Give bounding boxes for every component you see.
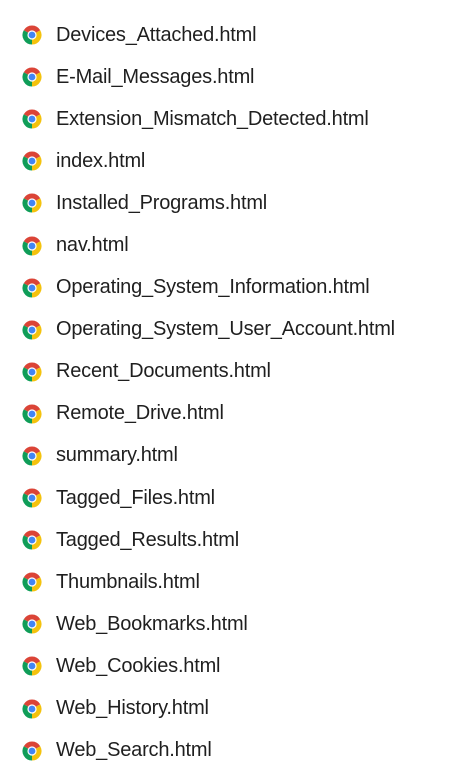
- file-name: Web_Search.html: [56, 739, 212, 762]
- chrome-icon: [22, 488, 42, 508]
- file-name: Web_Cookies.html: [56, 654, 221, 677]
- file-item[interactable]: Recent_Documents.html: [0, 351, 467, 393]
- chrome-icon: [22, 404, 42, 424]
- chrome-icon: [22, 278, 42, 298]
- chrome-icon: [22, 656, 42, 676]
- chrome-icon: [22, 699, 42, 719]
- chrome-icon: [22, 193, 42, 213]
- file-name: Devices_Attached.html: [56, 23, 257, 46]
- file-name: Recent_Documents.html: [56, 360, 271, 383]
- chrome-icon: [22, 67, 42, 87]
- chrome-icon: [22, 741, 42, 761]
- file-item[interactable]: Web_History.html: [0, 688, 467, 730]
- file-item[interactable]: Tagged_Files.html: [0, 477, 467, 519]
- file-item[interactable]: Web_Search.html: [0, 730, 467, 772]
- chrome-icon: [22, 151, 42, 171]
- chrome-icon: [22, 320, 42, 340]
- file-item[interactable]: Tagged_Results.html: [0, 519, 467, 561]
- file-name: Web_History.html: [56, 697, 209, 720]
- chrome-icon: [22, 109, 42, 129]
- file-name: Tagged_Results.html: [56, 528, 239, 551]
- file-name: Extension_Mismatch_Detected.html: [56, 107, 369, 130]
- chrome-icon: [22, 362, 42, 382]
- chrome-icon: [22, 446, 42, 466]
- file-item[interactable]: Operating_System_User_Account.html: [0, 309, 467, 351]
- file-item[interactable]: Extension_Mismatch_Detected.html: [0, 98, 467, 140]
- file-item[interactable]: Thumbnails.html: [0, 561, 467, 603]
- file-name: Operating_System_User_Account.html: [56, 318, 395, 341]
- file-item[interactable]: E-Mail_Messages.html: [0, 56, 467, 98]
- file-name: Web_Bookmarks.html: [56, 612, 248, 635]
- chrome-icon: [22, 614, 42, 634]
- chrome-icon: [22, 236, 42, 256]
- file-name: Installed_Programs.html: [56, 191, 268, 214]
- file-item[interactable]: Devices_Attached.html: [0, 14, 467, 56]
- file-name: Tagged_Files.html: [56, 486, 215, 509]
- file-name: E-Mail_Messages.html: [56, 65, 255, 88]
- file-item[interactable]: Installed_Programs.html: [0, 182, 467, 224]
- file-item[interactable]: index.html: [0, 140, 467, 182]
- file-item[interactable]: Web_Cookies.html: [0, 645, 467, 687]
- file-name: index.html: [56, 149, 146, 172]
- file-item[interactable]: Remote_Drive.html: [0, 393, 467, 435]
- file-list: Devices_Attached.html E-Mail_Messages.ht…: [0, 14, 467, 772]
- file-item[interactable]: Operating_System_Information.html: [0, 267, 467, 309]
- file-name: nav.html: [56, 234, 129, 257]
- file-item[interactable]: summary.html: [0, 435, 467, 477]
- chrome-icon: [22, 530, 42, 550]
- chrome-icon: [22, 572, 42, 592]
- file-name: Thumbnails.html: [56, 570, 200, 593]
- file-item[interactable]: Web_Bookmarks.html: [0, 603, 467, 645]
- file-name: Operating_System_Information.html: [56, 276, 370, 299]
- file-name: summary.html: [56, 444, 178, 467]
- chrome-icon: [22, 25, 42, 45]
- file-name: Remote_Drive.html: [56, 402, 224, 425]
- file-item[interactable]: nav.html: [0, 224, 467, 266]
